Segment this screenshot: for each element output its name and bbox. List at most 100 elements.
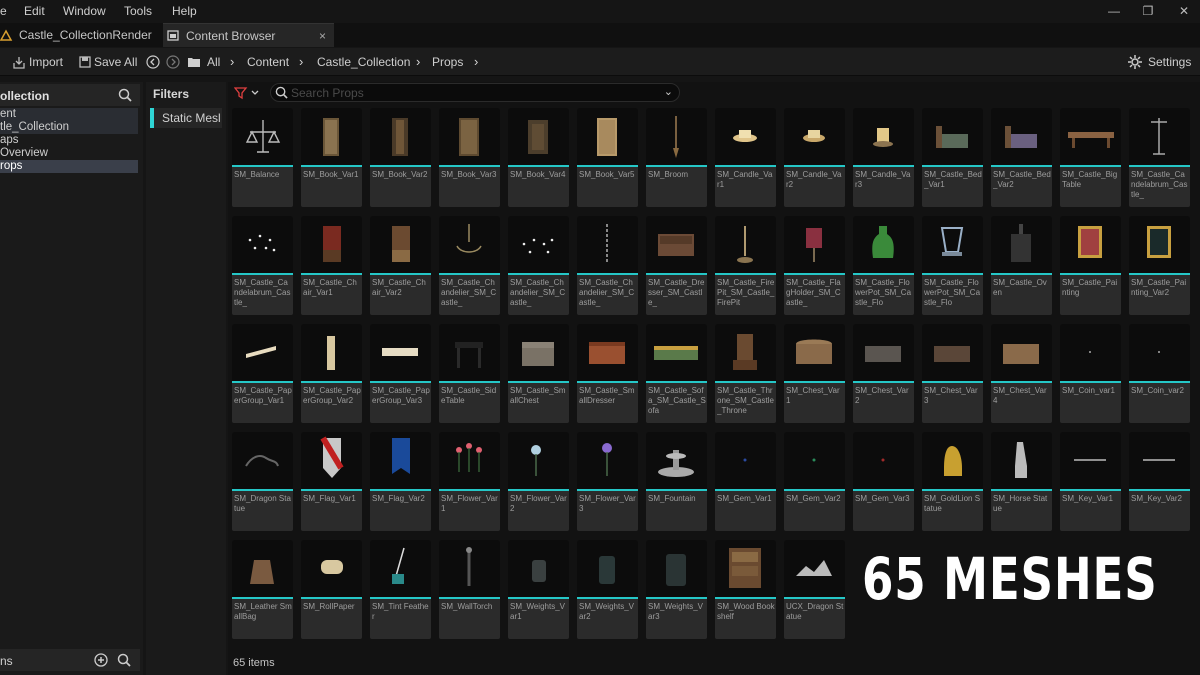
asset-tile[interactable]: SM_Book_Var2: [370, 108, 431, 207]
tab-castle-collection-render[interactable]: Castle_CollectionRender: [0, 23, 160, 47]
asset-tile[interactable]: SM_Book_Var3: [439, 108, 500, 207]
asset-tile[interactable]: SM_Chest_Var2: [853, 324, 914, 423]
asset-tile[interactable]: SM_Castle_PaperGroup_Var1: [232, 324, 293, 423]
asset-tile[interactable]: SM_Castle_FlowerPot_SM_Castle_Flo: [922, 216, 983, 315]
asset-tile[interactable]: SM_Castle_Bed_Var1: [922, 108, 983, 207]
search-icon[interactable]: [118, 88, 132, 102]
asset-tile[interactable]: SM_Castle_Chair_Var2: [370, 216, 431, 315]
forward-icon[interactable]: [166, 55, 180, 69]
asset-tile[interactable]: SM_Leather SmallBag: [232, 540, 293, 639]
chevron-down-icon[interactable]: ⌄: [664, 85, 673, 98]
asset-tile[interactable]: SM_Castle_Bed_Var2: [991, 108, 1052, 207]
asset-tile[interactable]: SM_Book_Var1: [301, 108, 362, 207]
asset-tile[interactable]: SM_Castle_PaperGroup_Var2: [301, 324, 362, 423]
search-icon[interactable]: [117, 653, 131, 667]
asset-tile[interactable]: UCX_Dragon Statue: [784, 540, 845, 639]
restore-icon[interactable]: ❐: [1140, 4, 1156, 18]
asset-tile[interactable]: SM_Horse Statue: [991, 432, 1052, 531]
asset-tile[interactable]: SM_Castle_Painting: [1060, 216, 1121, 315]
asset-tile[interactable]: SM_Fountain: [646, 432, 707, 531]
tree-item-maps[interactable]: aps: [0, 134, 138, 147]
asset-tile[interactable]: SM_Castle_Candelabrum_Castle_: [1129, 108, 1190, 207]
folder-icon[interactable]: [187, 56, 201, 68]
asset-type-bar: [922, 381, 983, 383]
asset-tile[interactable]: SM_Weights_Var1: [508, 540, 569, 639]
asset-tile[interactable]: SM_Book_Var4: [508, 108, 569, 207]
close-window-icon[interactable]: ✕: [1176, 4, 1192, 18]
filter-static-mesh[interactable]: Static Mesl: [150, 108, 222, 128]
asset-tile[interactable]: SM_Chest_Var3: [922, 324, 983, 423]
minimize-icon[interactable]: —: [1106, 4, 1122, 18]
asset-tile[interactable]: SM_Flag_Var1: [301, 432, 362, 531]
asset-tile[interactable]: SM_Castle_SideTable: [439, 324, 500, 423]
tree-item-overview[interactable]: Overview: [0, 147, 138, 160]
asset-tile[interactable]: SM_Castle_Oven: [991, 216, 1052, 315]
asset-tile[interactable]: SM_Castle_FirePit_SM_Castle_FirePit: [715, 216, 776, 315]
breadcrumb-castle-collection[interactable]: Castle_Collection: [317, 55, 410, 69]
asset-tile[interactable]: SM_Castle_FlowerPot_SM_Castle_Flo: [853, 216, 914, 315]
asset-tile[interactable]: SM_Chest_Var1: [784, 324, 845, 423]
settings-button[interactable]: Settings: [1128, 55, 1191, 69]
asset-tile[interactable]: SM_Castle_Throne_SM_Castle_Throne: [715, 324, 776, 423]
asset-tile[interactable]: SM_Flower_Var3: [577, 432, 638, 531]
import-button[interactable]: Import: [12, 55, 63, 69]
tab-content-browser[interactable]: Content Browser ×: [163, 23, 334, 47]
asset-tile[interactable]: SM_Tint Feather: [370, 540, 431, 639]
asset-tile[interactable]: SM_Dragon Statue: [232, 432, 293, 531]
menu-window[interactable]: Window: [63, 4, 106, 18]
add-icon[interactable]: [94, 653, 108, 667]
asset-tile[interactable]: SM_GoldLion Statue: [922, 432, 983, 531]
save-all-button[interactable]: Save All: [79, 55, 137, 69]
asset-tile[interactable]: SM_Broom: [646, 108, 707, 207]
asset-tile[interactable]: SM_Weights_Var2: [577, 540, 638, 639]
asset-tile[interactable]: SM_Castle_SmallDresser: [577, 324, 638, 423]
asset-tile[interactable]: SM_Flag_Var2: [370, 432, 431, 531]
asset-tile[interactable]: SM_RollPaper: [301, 540, 362, 639]
breadcrumb-content[interactable]: Content: [247, 55, 289, 69]
asset-tile[interactable]: SM_Gem_Var3: [853, 432, 914, 531]
asset-tile[interactable]: SM_Gem_Var1: [715, 432, 776, 531]
close-tab-icon[interactable]: ×: [319, 29, 326, 43]
asset-tile[interactable]: SM_Candle_Var1: [715, 108, 776, 207]
asset-tile[interactable]: SM_Castle_Chandelier_SM_Castle_: [439, 216, 500, 315]
menu-help[interactable]: Help: [172, 4, 197, 18]
tree-item-props[interactable]: rops: [0, 160, 138, 173]
asset-tile[interactable]: SM_Castle_Sofa_SM_Castle_Sofa: [646, 324, 707, 423]
asset-tile[interactable]: SM_Balance: [232, 108, 293, 207]
asset-tile[interactable]: SM_Candle_Var2: [784, 108, 845, 207]
asset-tile[interactable]: SM_Wood Bookshelf: [715, 540, 776, 639]
asset-tile[interactable]: SM_Coin_var1: [1060, 324, 1121, 423]
asset-tile[interactable]: SM_WallTorch: [439, 540, 500, 639]
asset-tile[interactable]: SM_Coin_var2: [1129, 324, 1190, 423]
breadcrumb-all[interactable]: All: [207, 55, 220, 69]
tree-item-castle-collection[interactable]: tle_Collection: [0, 121, 138, 134]
menu-tools[interactable]: Tools: [124, 4, 152, 18]
asset-tile[interactable]: SM_Gem_Var2: [784, 432, 845, 531]
asset-tile[interactable]: SM_Flower_Var1: [439, 432, 500, 531]
asset-tile[interactable]: SM_Castle_Dresser_SM_Castle_: [646, 216, 707, 315]
back-icon[interactable]: [146, 55, 160, 69]
asset-tile[interactable]: SM_Chest_Var4: [991, 324, 1052, 423]
asset-tile[interactable]: SM_Castle_Candelabrum_Castle_: [232, 216, 293, 315]
asset-tile[interactable]: SM_Candle_Var3: [853, 108, 914, 207]
asset-tile[interactable]: SM_Castle_PaperGroup_Var3: [370, 324, 431, 423]
asset-tile[interactable]: SM_Key_Var1: [1060, 432, 1121, 531]
asset-tile[interactable]: SM_Weights_Var3: [646, 540, 707, 639]
asset-tile[interactable]: SM_Castle_BigTable: [1060, 108, 1121, 207]
menu-edit[interactable]: Edit: [24, 4, 45, 18]
asset-tile[interactable]: SM_Castle_Painting_Var2: [1129, 216, 1190, 315]
asset-tile[interactable]: SM_Castle_Chandelier_SM_Castle_: [508, 216, 569, 315]
filters-panel: Filters Static Mesl: [146, 82, 226, 675]
asset-tile[interactable]: SM_Castle_Chandelier_SM_Castle_: [577, 216, 638, 315]
search-input[interactable]: Search Props ⌄: [270, 83, 680, 102]
menu-file[interactable]: e: [0, 4, 7, 18]
asset-tile[interactable]: SM_Castle_Chair_Var1: [301, 216, 362, 315]
tree-item-content[interactable]: ent: [0, 108, 138, 121]
filter-icon[interactable]: [234, 86, 262, 100]
asset-tile[interactable]: SM_Castle_SmallChest: [508, 324, 569, 423]
asset-tile[interactable]: SM_Book_Var5: [577, 108, 638, 207]
asset-tile[interactable]: SM_Flower_Var2: [508, 432, 569, 531]
asset-tile[interactable]: SM_Castle_FlagHolder_SM_Castle_: [784, 216, 845, 315]
asset-tile[interactable]: SM_Key_Var2: [1129, 432, 1190, 531]
breadcrumb-props[interactable]: Props: [432, 55, 463, 69]
